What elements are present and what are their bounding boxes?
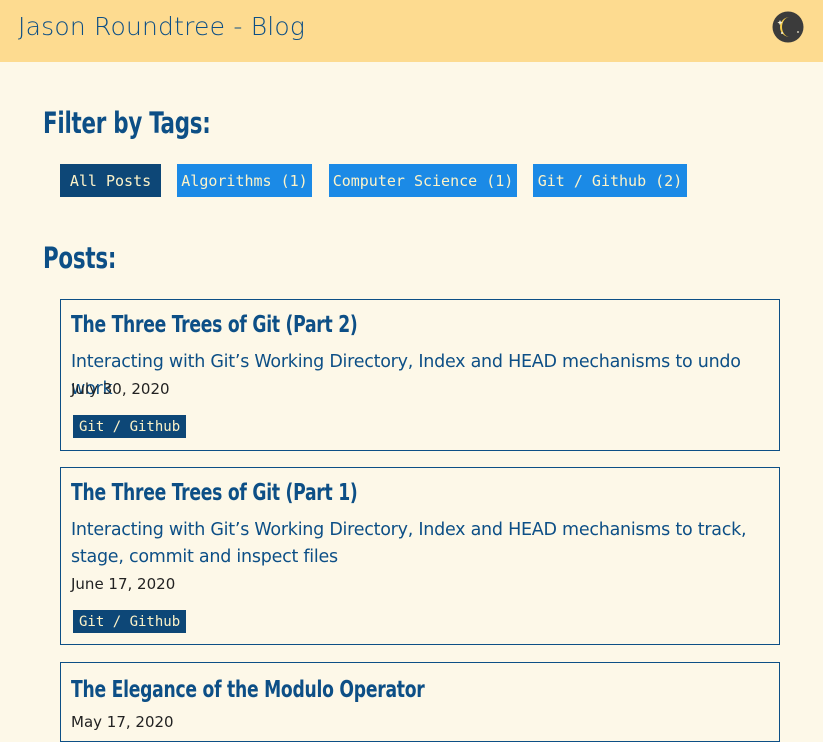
post-title[interactable]: The Three Trees of Git (Part 2) — [71, 312, 358, 338]
filter-heading: Filter by Tags: — [43, 106, 211, 140]
tag-filter-git-github[interactable]: Git / Github (2) — [533, 164, 687, 197]
post-tag[interactable]: Git / Github — [73, 415, 187, 438]
posts-heading: Posts: — [43, 241, 117, 275]
site-title-link[interactable]: Jason Roundtree - Blog — [18, 12, 305, 41]
post-card[interactable]: The Three Trees of Git (Part 2) Interact… — [60, 299, 780, 451]
post-description: Interacting with Git’s Working Directory… — [71, 520, 747, 567]
post-card[interactable]: The Three Trees of Git (Part 1) Interact… — [60, 467, 780, 645]
post-date: July 30, 2020 — [71, 380, 170, 398]
post-title[interactable]: The Elegance of the Modulo Operator — [71, 677, 425, 703]
theme-toggle-button[interactable] — [771, 11, 805, 43]
post-date: May 17, 2020 — [71, 713, 174, 731]
tag-filter-all-posts[interactable]: All Posts — [60, 164, 161, 197]
post-description: Interacting with Git’s Working Directory… — [71, 352, 741, 399]
post-tag[interactable]: Git / Github — [73, 610, 187, 633]
tag-filter-computer-science[interactable]: Computer Science (1) — [329, 164, 517, 197]
post-card[interactable]: The Elegance of the Modulo Operator May … — [60, 662, 780, 742]
moon-stars-icon — [772, 11, 804, 43]
tag-filter-algorithms[interactable]: Algorithms (1) — [177, 164, 312, 197]
post-date: June 17, 2020 — [71, 575, 176, 593]
post-title[interactable]: The Three Trees of Git (Part 1) — [71, 480, 358, 506]
top-nav-bar: Jason Roundtree - Blog — [0, 0, 823, 62]
